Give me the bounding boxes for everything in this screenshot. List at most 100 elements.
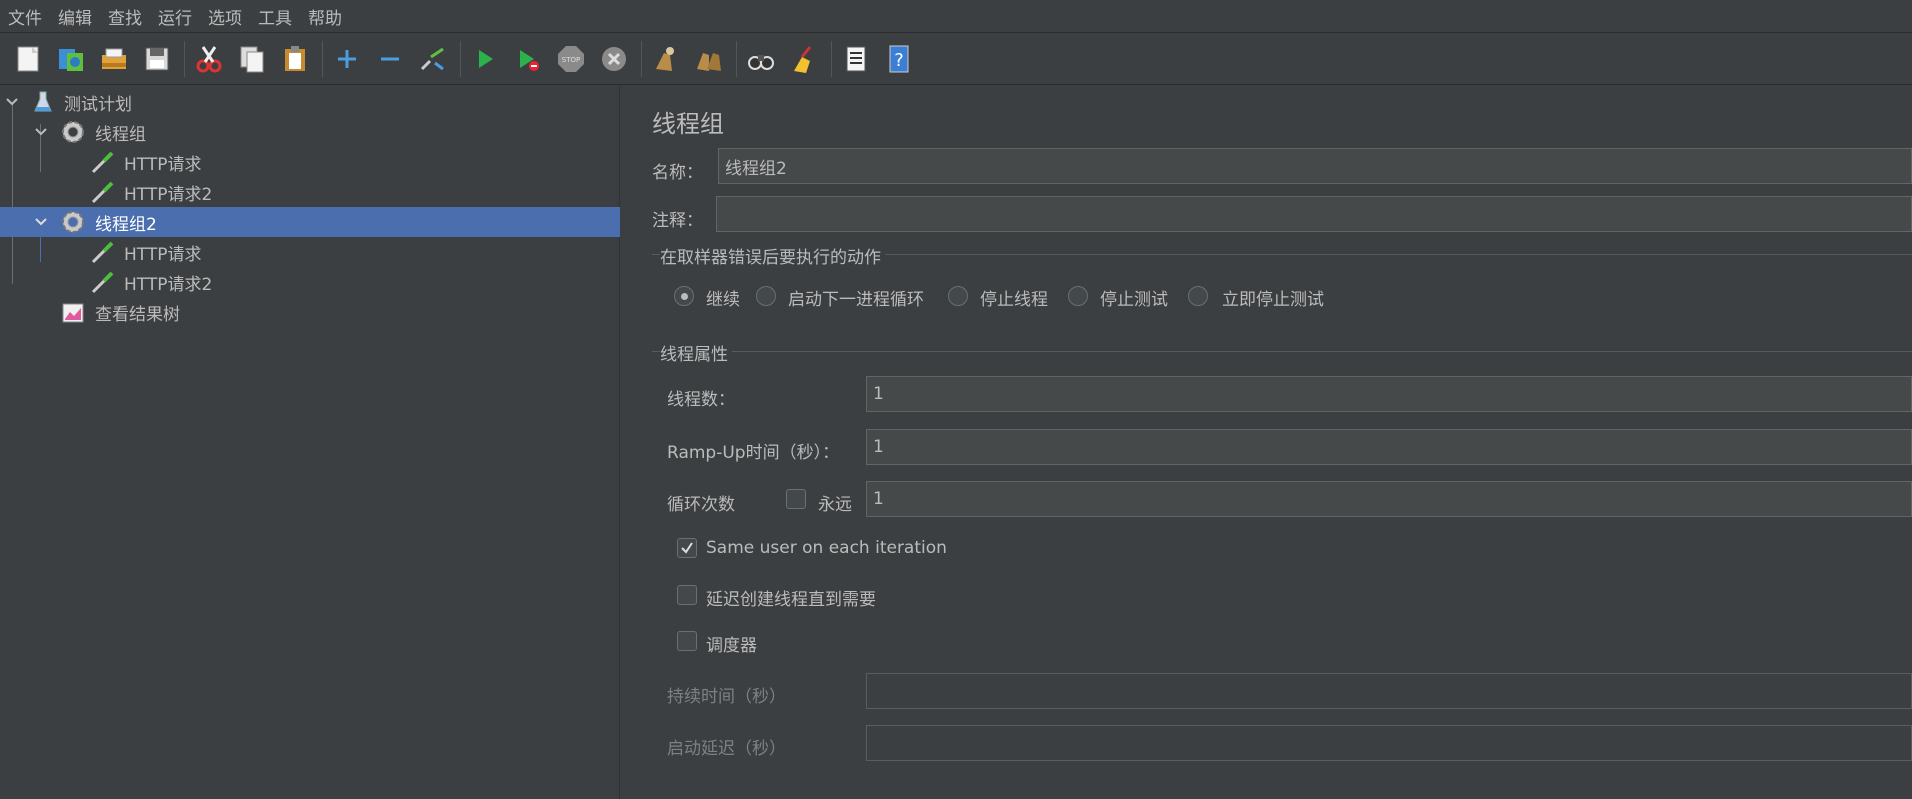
startup-delay-label: 启动延迟（秒）: [667, 739, 786, 759]
menu-file[interactable]: 文件: [4, 4, 54, 29]
menu-help[interactable]: 帮助: [304, 4, 354, 29]
scheduler-checkbox[interactable]: [677, 631, 697, 651]
radio-stop-test-now[interactable]: [1188, 286, 1208, 306]
tree-item-label: 线程组: [95, 124, 146, 145]
name-label: 名称：: [652, 163, 703, 183]
threads-label: 线程数：: [667, 390, 735, 410]
toolbar-separator: [184, 41, 185, 77]
svg-text:STOP: STOP: [562, 56, 580, 64]
tree-item-http-request-2[interactable]: HTTP请求2: [0, 177, 620, 207]
chevron-down-icon[interactable]: [32, 123, 50, 141]
chevron-down-icon[interactable]: [32, 213, 50, 231]
threads-field[interactable]: [866, 376, 1912, 412]
copy-icon[interactable]: [232, 39, 272, 79]
menu-options[interactable]: 选项: [204, 4, 254, 29]
rampup-field[interactable]: [866, 429, 1912, 465]
tree-item-label: HTTP请求: [124, 244, 202, 265]
clear-icon[interactable]: [646, 39, 686, 79]
thread-group-panel: 线程组 名称： 注释： 在取样器错误后要执行的动作 继续 启动下一进程循环 停止…: [622, 86, 1912, 799]
comment-label: 注释：: [652, 211, 703, 231]
start-no-pause-icon[interactable]: [508, 39, 548, 79]
tree-item-http-request-2[interactable]: HTTP请求2: [0, 267, 620, 297]
same-user-checkbox[interactable]: [677, 538, 697, 558]
delay-thread-creation-label: 延迟创建线程直到需要: [706, 590, 876, 610]
tree-item-thread-group[interactable]: 线程组: [0, 117, 620, 147]
rampup-label: Ramp-Up时间（秒）：: [667, 443, 840, 463]
menu-run[interactable]: 运行: [154, 4, 204, 29]
startup-delay-field[interactable]: [866, 725, 1912, 761]
cut-icon[interactable]: [189, 39, 229, 79]
forever-label: 永远: [818, 495, 852, 515]
http-sampler-icon: [91, 241, 114, 264]
collapse-icon[interactable]: [370, 39, 410, 79]
search-icon[interactable]: [741, 39, 781, 79]
tree-item-label: 测试计划: [64, 94, 132, 115]
delay-thread-creation-checkbox[interactable]: [677, 585, 697, 605]
name-field[interactable]: [718, 148, 1912, 184]
tree-item-thread-group-2[interactable]: 线程组2: [0, 207, 620, 237]
group-border: [652, 351, 1912, 352]
toolbar-separator: [322, 41, 323, 77]
comment-field[interactable]: [716, 196, 1912, 232]
new-icon[interactable]: [8, 39, 48, 79]
toolbar-separator: [736, 41, 737, 77]
toolbar-separator: [460, 41, 461, 77]
loop-count-field[interactable]: [866, 481, 1912, 517]
http-sampler-icon: [91, 181, 114, 204]
gear-icon: [62, 121, 84, 143]
function-helper-icon[interactable]: [836, 39, 876, 79]
toolbar-separator: [641, 41, 642, 77]
save-icon[interactable]: [137, 39, 177, 79]
http-sampler-icon: [91, 151, 114, 174]
tree-item-result-tree[interactable]: 查看结果树: [0, 297, 620, 327]
menu-edit[interactable]: 编辑: [54, 4, 104, 29]
forever-checkbox[interactable]: [786, 489, 806, 509]
checkmark-icon: [681, 542, 693, 554]
help-icon[interactable]: ?: [879, 39, 919, 79]
menu-tools[interactable]: 工具: [254, 4, 304, 29]
toggle-icon[interactable]: [413, 39, 453, 79]
loop-count-label: 循环次数: [667, 495, 735, 515]
templates-icon[interactable]: [51, 39, 91, 79]
toolbar: STOP ?: [0, 34, 1912, 85]
radio-start-next-loop[interactable]: [756, 286, 776, 306]
scheduler-label: 调度器: [706, 636, 757, 656]
reset-search-icon[interactable]: [784, 39, 824, 79]
start-icon[interactable]: [465, 39, 505, 79]
http-sampler-icon: [91, 271, 114, 294]
same-user-label: Same user on each iteration: [706, 538, 947, 558]
stop-icon[interactable]: STOP: [551, 39, 591, 79]
paste-icon[interactable]: [275, 39, 315, 79]
duration-label: 持续时间（秒）: [667, 687, 786, 707]
toolbar-separator: [831, 41, 832, 77]
tree-item-http-request[interactable]: HTTP请求: [0, 237, 620, 267]
svg-text:?: ?: [894, 50, 904, 71]
error-action-group-title: 在取样器错误后要执行的动作: [660, 243, 885, 268]
open-icon[interactable]: [94, 39, 134, 79]
expand-icon[interactable]: [327, 39, 367, 79]
radio-stop-thread-label: 停止线程: [980, 290, 1048, 310]
page-title: 线程组: [652, 110, 724, 138]
radio-stop-test[interactable]: [1068, 286, 1088, 306]
duration-field[interactable]: [866, 673, 1912, 709]
tree-item-label: 线程组2: [95, 214, 157, 235]
radio-stop-test-label: 停止测试: [1100, 290, 1168, 310]
shutdown-icon[interactable]: [594, 39, 634, 79]
result-tree-icon: [62, 303, 84, 323]
tree-item-label: 查看结果树: [95, 304, 180, 325]
tree-item-http-request[interactable]: HTTP请求: [0, 147, 620, 177]
tree-item-test-plan[interactable]: 测试计划: [0, 87, 620, 117]
clear-all-icon[interactable]: [689, 39, 729, 79]
gear-icon: [62, 211, 84, 233]
test-plan-icon: [34, 91, 52, 112]
menu-search[interactable]: 查找: [104, 4, 154, 29]
test-tree: 测试计划 线程组 HTTP请求 HTTP请求2 线程组2 HTTP请求 HTTP…: [0, 86, 620, 799]
radio-continue[interactable]: [674, 286, 694, 306]
tree-item-label: HTTP请求2: [124, 184, 213, 205]
menu-bar: 文件 编辑 查找 运行 选项 工具 帮助: [0, 0, 1912, 33]
radio-continue-label: 继续: [706, 290, 740, 310]
radio-start-next-loop-label: 启动下一进程循环: [788, 290, 924, 310]
tree-item-label: HTTP请求: [124, 154, 202, 175]
chevron-down-icon[interactable]: [3, 93, 21, 111]
radio-stop-thread[interactable]: [948, 286, 968, 306]
